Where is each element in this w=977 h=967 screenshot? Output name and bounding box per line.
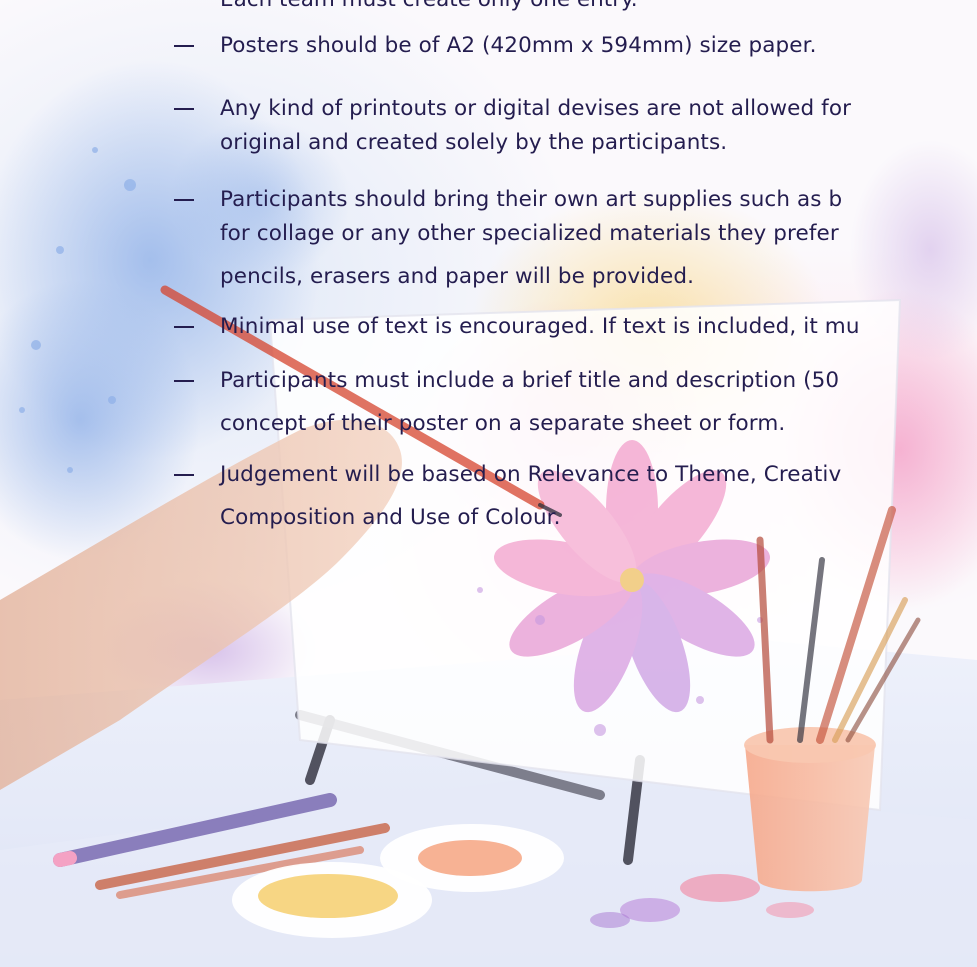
- rule-4-bullet: [174, 326, 194, 328]
- poster-rules-page: Each team must create only one entry. Po…: [0, 0, 977, 967]
- rule-5-line-1: Participants must include a brief title …: [220, 368, 840, 393]
- rule-1-line-1: Posters should be of A2 (420mm x 594mm) …: [220, 33, 817, 58]
- rule-partial-line: Each team must create only one entry.: [220, 0, 638, 17]
- rule-2-line-2: original and created solely by the parti…: [220, 130, 728, 155]
- rule-6-bullet: [174, 474, 194, 476]
- rule-6-line-2: Composition and Use of Colour.: [220, 505, 561, 530]
- rule-2-bullet: [174, 108, 194, 110]
- rule-6-line-1: Judgement will be based on Relevance to …: [220, 462, 842, 487]
- rule-2-line-1: Any kind of printouts or digital devises…: [220, 96, 852, 121]
- rule-5-line-2: concept of their poster on a separate sh…: [220, 411, 786, 436]
- rule-3-line-1: Participants should bring their own art …: [220, 187, 843, 212]
- rule-4-line-1: Minimal use of text is encouraged. If te…: [220, 314, 860, 339]
- rule-1-bullet: [174, 45, 194, 47]
- rule-3-line-2: for collage or any other specialized mat…: [220, 221, 839, 246]
- rule-3-bullet: [174, 199, 194, 201]
- rules-list: Each team must create only one entry. Po…: [0, 0, 977, 967]
- rule-3-line-3: pencils, erasers and paper will be provi…: [220, 264, 695, 289]
- rule-5-bullet: [174, 380, 194, 382]
